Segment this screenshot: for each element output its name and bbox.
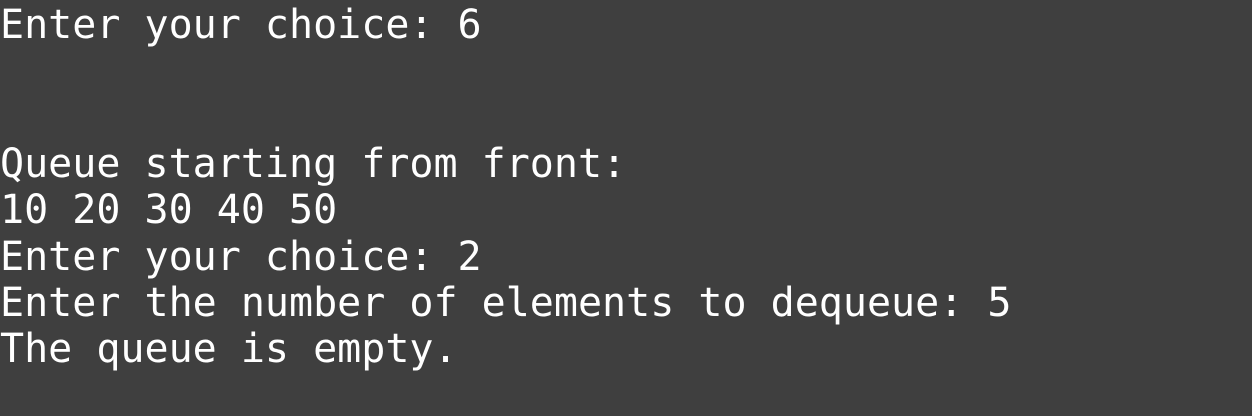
terminal-line-dequeue-prompt: Enter the number of elements to dequeue:…: [0, 280, 1012, 326]
terminal-line-choice-prompt-2: Enter your choice: 2: [0, 234, 482, 280]
terminal-line-choice-prompt: Enter your choice: 6: [0, 2, 482, 48]
terminal-line-queue-header: Queue starting from front:: [0, 141, 627, 187]
terminal-line-queue-values: 10 20 30 40 50: [0, 187, 338, 233]
terminal-line-empty-message: The queue is empty.: [0, 326, 458, 372]
terminal-output: Enter your choice: 6 Queue starting from…: [0, 0, 1252, 416]
